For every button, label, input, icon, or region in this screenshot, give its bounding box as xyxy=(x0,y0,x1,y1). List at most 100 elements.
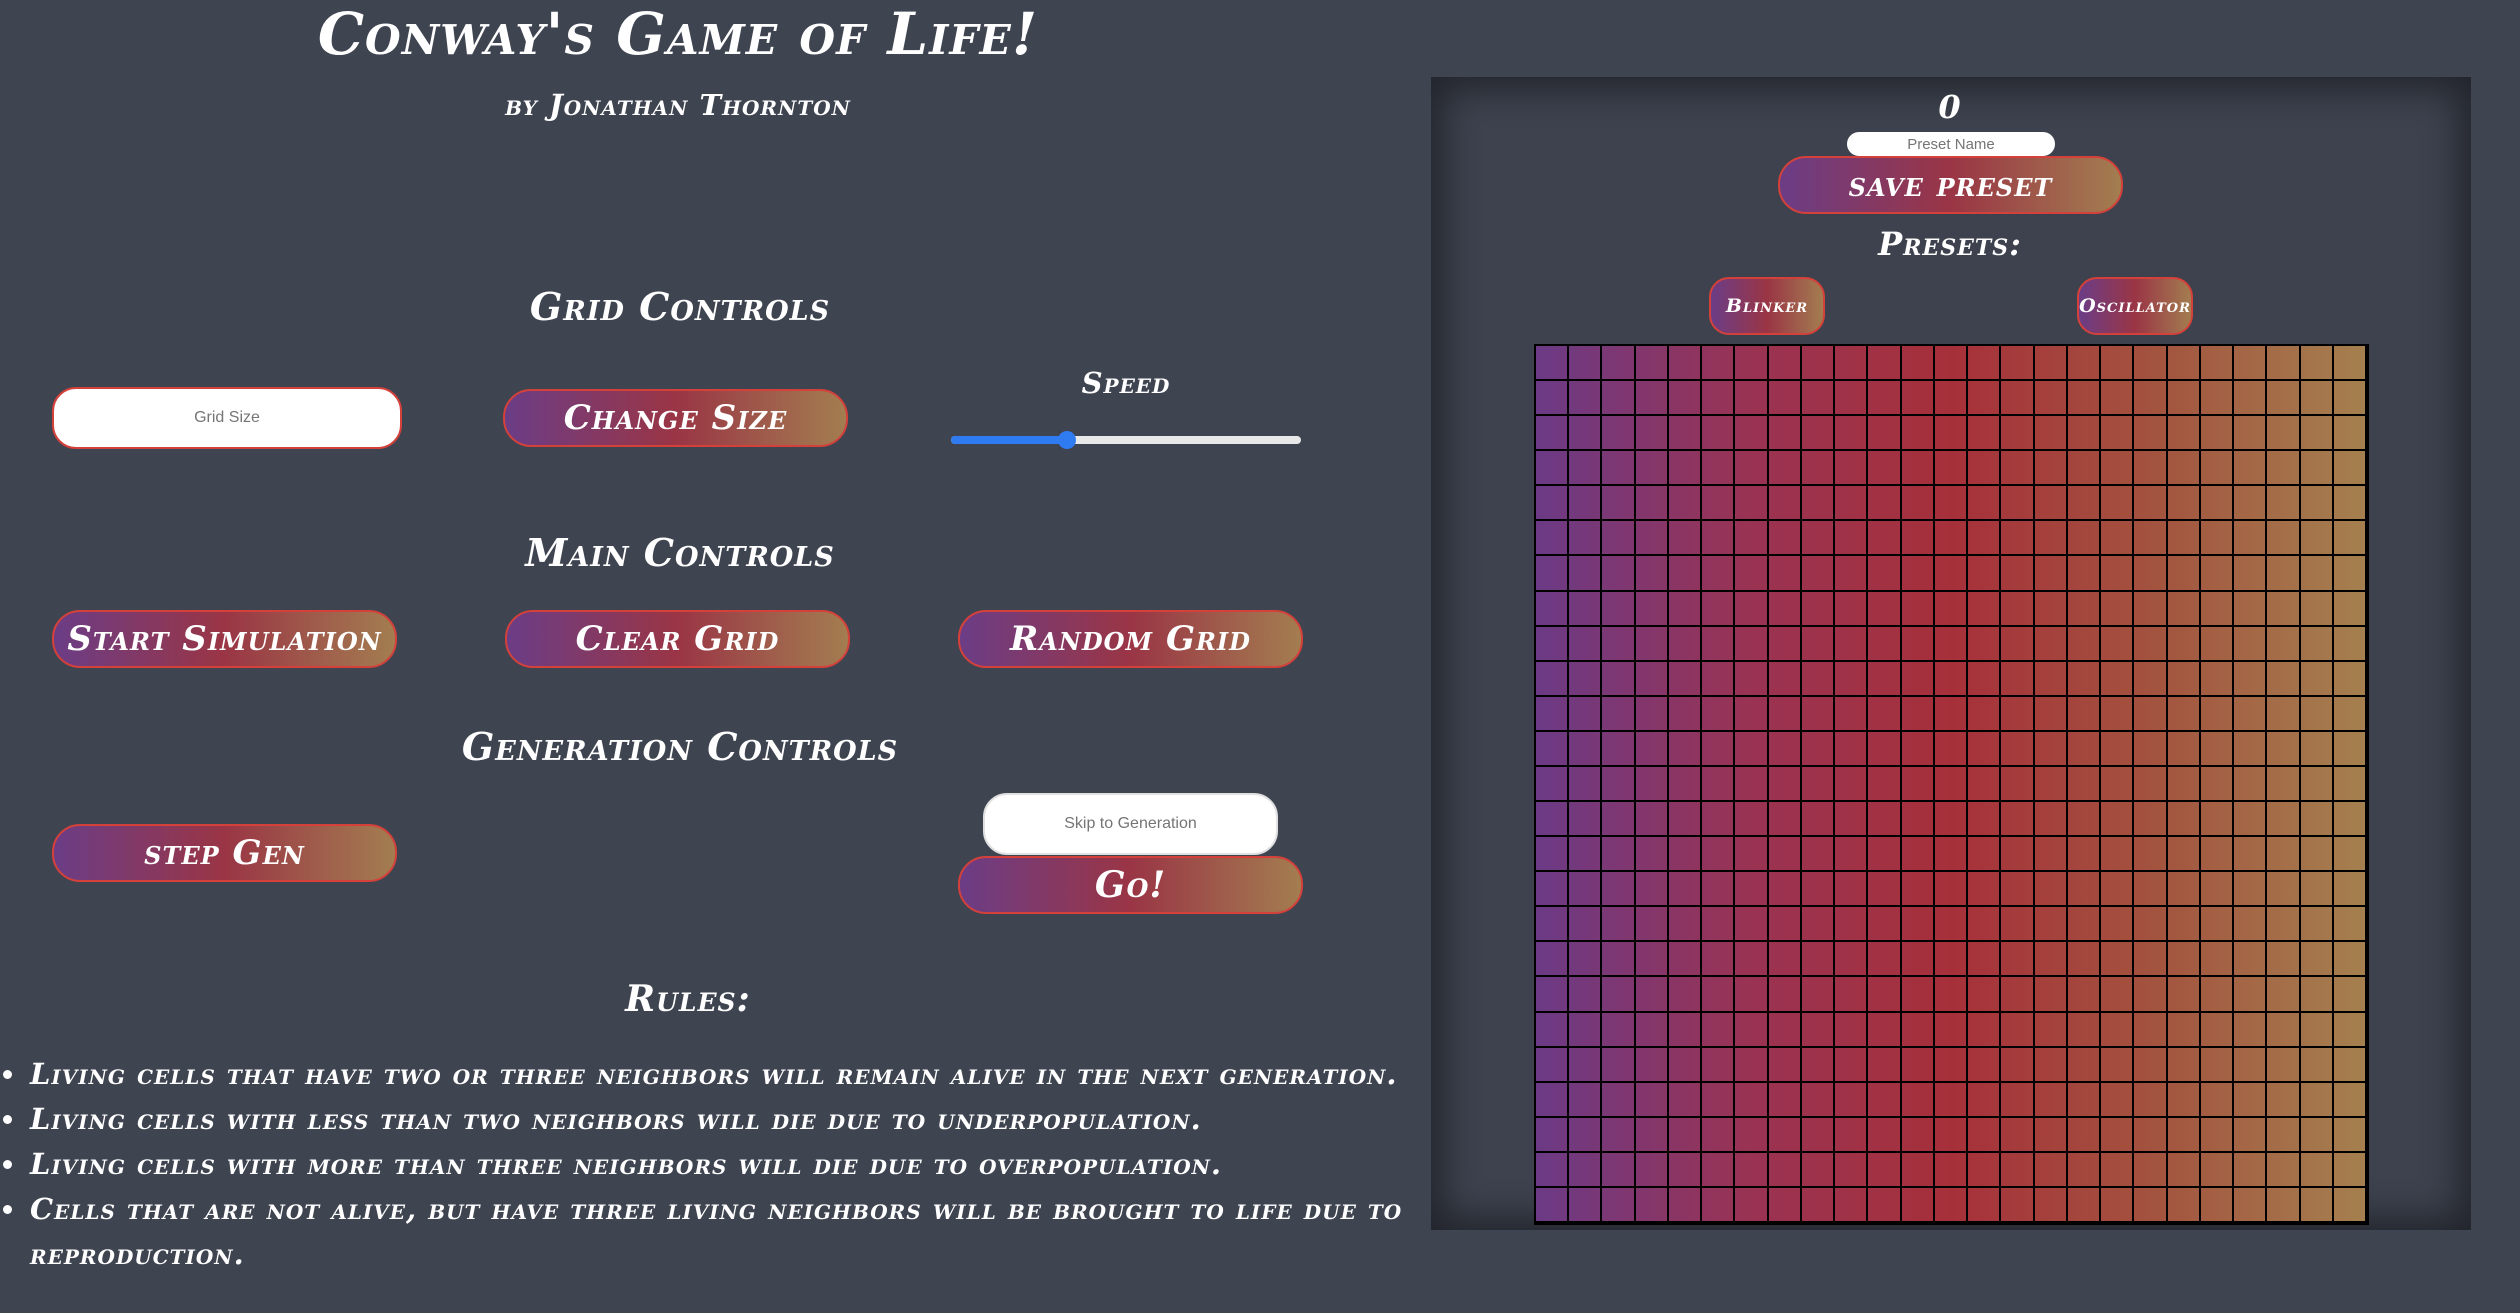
grid-cell[interactable] xyxy=(2134,416,2168,452)
grid-cell[interactable] xyxy=(1835,346,1869,382)
grid-cell[interactable] xyxy=(1602,696,1636,732)
grid-cell[interactable] xyxy=(1602,661,1636,697)
grid-cell[interactable] xyxy=(1702,977,1736,1013)
grid-cell[interactable] xyxy=(1835,1082,1869,1118)
grid-cell[interactable] xyxy=(2333,381,2367,417)
grid-cell[interactable] xyxy=(2300,1187,2334,1223)
grid-cell[interactable] xyxy=(1768,591,1802,627)
grid-cell[interactable] xyxy=(1635,1012,1669,1048)
grid-cell[interactable] xyxy=(1602,802,1636,838)
grid-cell[interactable] xyxy=(2333,766,2367,803)
grid-cell[interactable] xyxy=(1835,802,1869,838)
grid-cell[interactable] xyxy=(1968,661,2002,697)
grid-cell[interactable] xyxy=(1901,977,1935,1013)
grid-cell[interactable] xyxy=(2300,1117,2334,1153)
grid-cell[interactable] xyxy=(2001,1187,2035,1223)
grid-cell[interactable] xyxy=(1635,1117,1669,1153)
grid-cell[interactable] xyxy=(2134,1047,2168,1083)
grid-cell[interactable] xyxy=(1668,731,1703,767)
grid-cell[interactable] xyxy=(1602,556,1636,592)
grid-cell[interactable] xyxy=(2300,591,2334,627)
grid-cell[interactable] xyxy=(1602,486,1636,522)
grid-cell[interactable] xyxy=(2267,907,2301,943)
grid-cell[interactable] xyxy=(2034,696,2068,732)
grid-cell[interactable] xyxy=(2134,1187,2168,1223)
grid-cell[interactable] xyxy=(1668,872,1703,908)
grid-cell[interactable] xyxy=(2200,1012,2235,1048)
grid-cell[interactable] xyxy=(2101,591,2135,627)
grid-cell[interactable] xyxy=(1868,696,1902,732)
grid-cell[interactable] xyxy=(2067,451,2102,487)
grid-cell[interactable] xyxy=(1801,661,1836,697)
grid-cell[interactable] xyxy=(2034,626,2068,662)
grid-cell[interactable] xyxy=(1702,416,1736,452)
grid-cell[interactable] xyxy=(1868,556,1902,592)
grid-cell[interactable] xyxy=(1569,416,1603,452)
grid-cell[interactable] xyxy=(2167,731,2201,767)
grid-cell[interactable] xyxy=(1569,1187,1603,1223)
grid-cell[interactable] xyxy=(1835,416,1869,452)
grid-cell[interactable] xyxy=(2101,521,2135,557)
grid-cell[interactable] xyxy=(2134,626,2168,662)
grid-cell[interactable] xyxy=(2067,1187,2102,1223)
grid-cell[interactable] xyxy=(1569,942,1603,978)
grid-cell[interactable] xyxy=(2234,626,2268,662)
grid-cell[interactable] xyxy=(2267,1012,2301,1048)
grid-cell[interactable] xyxy=(1768,416,1802,452)
grid-cell[interactable] xyxy=(2300,872,2334,908)
grid-cell[interactable] xyxy=(1868,1117,1902,1153)
grid-cell[interactable] xyxy=(1868,1047,1902,1083)
grid-cell[interactable] xyxy=(1768,942,1802,978)
grid-cell[interactable] xyxy=(1702,1187,1736,1223)
grid-cell[interactable] xyxy=(2300,766,2334,803)
grid-cell[interactable] xyxy=(2167,346,2201,382)
grid-cell[interactable] xyxy=(1668,907,1703,943)
grid-cell[interactable] xyxy=(1901,556,1935,592)
grid-cell[interactable] xyxy=(1536,942,1570,978)
grid-cell[interactable] xyxy=(2101,872,2135,908)
grid-cell[interactable] xyxy=(1536,1187,1570,1223)
grid-cell[interactable] xyxy=(2034,521,2068,557)
grid-cell[interactable] xyxy=(1835,696,1869,732)
grid-cell[interactable] xyxy=(1768,872,1802,908)
grid-cell[interactable] xyxy=(1934,872,1969,908)
grid-cell[interactable] xyxy=(2234,591,2268,627)
grid-cell[interactable] xyxy=(2300,696,2334,732)
grid-cell[interactable] xyxy=(2067,486,2102,522)
grid-cell[interactable] xyxy=(1702,521,1736,557)
grid-cell[interactable] xyxy=(1536,731,1570,767)
grid-cell[interactable] xyxy=(1835,766,1869,803)
grid-cell[interactable] xyxy=(2067,802,2102,838)
grid-cell[interactable] xyxy=(1934,521,1969,557)
grid-cell[interactable] xyxy=(1735,591,1769,627)
grid-cell[interactable] xyxy=(1536,696,1570,732)
grid-cell[interactable] xyxy=(1569,731,1603,767)
grid-cell[interactable] xyxy=(2134,872,2168,908)
grid-cell[interactable] xyxy=(1635,766,1669,803)
grid-cell[interactable] xyxy=(1702,942,1736,978)
grid-cell[interactable] xyxy=(2234,977,2268,1013)
preset-name-input[interactable] xyxy=(1847,132,2055,156)
grid-cell[interactable] xyxy=(1801,626,1836,662)
grid-cell[interactable] xyxy=(2101,696,2135,732)
grid-cell[interactable] xyxy=(1602,1012,1636,1048)
grid-cell[interactable] xyxy=(1868,731,1902,767)
grid-cell[interactable] xyxy=(1569,766,1603,803)
grid-cell[interactable] xyxy=(1702,346,1736,382)
grid-cell[interactable] xyxy=(1801,766,1836,803)
grid-cell[interactable] xyxy=(2333,802,2367,838)
grid-cell[interactable] xyxy=(2101,731,2135,767)
grid-cell[interactable] xyxy=(1635,1082,1669,1118)
grid-cell[interactable] xyxy=(2034,381,2068,417)
grid-cell[interactable] xyxy=(2333,556,2367,592)
grid-cell[interactable] xyxy=(1868,1082,1902,1118)
grid-cell[interactable] xyxy=(2300,381,2334,417)
grid-cell[interactable] xyxy=(2134,802,2168,838)
grid-cell[interactable] xyxy=(2034,802,2068,838)
grid-cell[interactable] xyxy=(2101,1152,2135,1188)
grid-cell[interactable] xyxy=(2067,942,2102,978)
grid-cell[interactable] xyxy=(2134,907,2168,943)
grid-cell[interactable] xyxy=(2234,1187,2268,1223)
grid-cell[interactable] xyxy=(2101,942,2135,978)
grid-cell[interactable] xyxy=(2333,696,2367,732)
